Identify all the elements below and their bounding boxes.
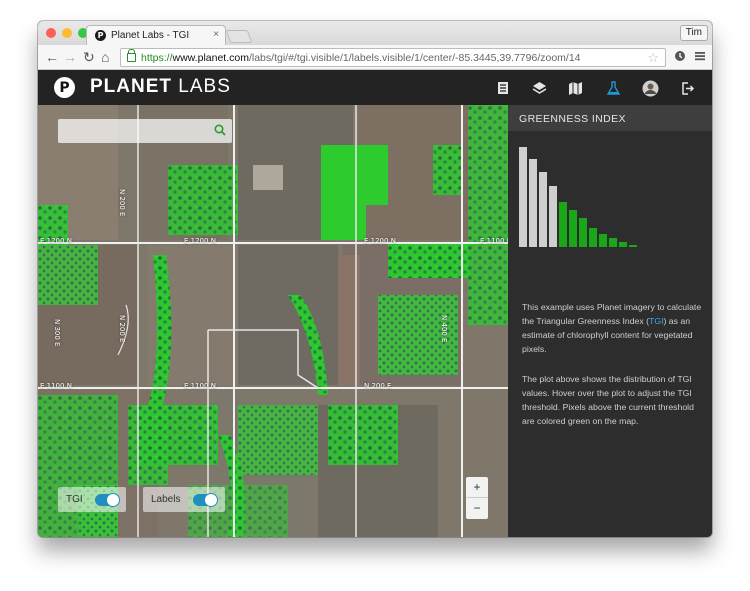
tgi-link[interactable]: TGI <box>649 316 663 326</box>
url-path: /labs/tgi/#/tgi.visible/1/labels.visible… <box>248 51 581 64</box>
histogram-bar[interactable] <box>589 228 597 247</box>
labels-toggle-label: Labels <box>151 494 181 505</box>
browser-toolbar: ← → ↻ ⌂ https://www.planet.com/labs/tgi/… <box>38 45 712 70</box>
labels-switch-knob <box>204 493 218 507</box>
planet-logo-icon[interactable]: P <box>54 77 75 98</box>
histogram-bar[interactable] <box>559 202 567 247</box>
greenness-panel: GREENNESS INDEX This example uses Planet… <box>508 105 712 537</box>
app-header: P PLANET LABS <box>38 70 712 105</box>
url-host: www.planet.com <box>172 51 249 64</box>
histogram-bar[interactable] <box>529 159 537 247</box>
road-label: E 1200 N <box>40 237 72 245</box>
layers-icon[interactable] <box>530 79 548 97</box>
histogram-bar[interactable] <box>629 245 637 247</box>
flask-icon[interactable] <box>604 79 622 97</box>
address-bar[interactable]: https://www.planet.com/labs/tgi/#/tgi.vi… <box>120 48 666 67</box>
tgi-toggle-label: TGI <box>66 494 83 505</box>
histogram-bar[interactable] <box>519 147 527 247</box>
road-label: N 400 E <box>440 315 448 343</box>
bookmark-star-icon[interactable]: ☆ <box>647 50 659 66</box>
url-scheme: https:// <box>141 51 173 64</box>
zoom-out-button[interactable]: − <box>466 498 488 519</box>
menu-icon[interactable] <box>694 50 706 62</box>
tgi-switch-knob <box>106 493 120 507</box>
panel-title: GREENNESS INDEX <box>508 105 712 131</box>
road-label: E 1100 N <box>184 382 216 390</box>
instructions-paragraph: The plot above shows the distribution of… <box>522 374 694 426</box>
histogram-bar[interactable] <box>539 172 547 247</box>
brand-name-bold: PLANET <box>90 76 172 97</box>
back-icon[interactable]: ← <box>45 49 59 65</box>
tgi-switch[interactable] <box>95 493 120 507</box>
road-label: N 200 E <box>118 315 126 343</box>
road-label: N 200 E <box>364 382 392 390</box>
home-icon[interactable]: ⌂ <box>101 49 109 65</box>
profile-button[interactable]: Tim <box>679 25 708 41</box>
zoom-in-button[interactable]: + <box>466 477 488 498</box>
brand-name-light: LABS <box>178 76 231 97</box>
browser-tab[interactable]: P Planet Labs - TGI × <box>86 25 226 45</box>
labels-toggle[interactable]: Labels <box>143 487 225 512</box>
map-search-input[interactable] <box>58 119 232 143</box>
brand-name[interactable]: PLANET LABS <box>90 76 231 98</box>
road-label: E 1200 N <box>184 237 216 245</box>
avatar-icon[interactable] <box>641 79 659 97</box>
histogram-bar[interactable] <box>619 242 627 247</box>
tgi-toggle[interactable]: TGI <box>58 487 126 512</box>
road-label: E 1100 N <box>40 382 72 390</box>
window-controls <box>46 28 88 38</box>
history-icon[interactable] <box>674 50 686 62</box>
histogram-bar[interactable] <box>609 238 617 247</box>
forward-icon[interactable]: → <box>63 49 77 65</box>
tgi-histogram[interactable] <box>519 145 659 249</box>
logout-icon[interactable] <box>678 79 696 97</box>
road-label: E 1100 N <box>480 237 508 245</box>
histogram-bar[interactable] <box>569 210 577 247</box>
description-paragraph: This example uses Planet imagery to calc… <box>522 300 702 356</box>
map-view[interactable]: E 1200 N E 1200 N E 1200 N E 1100 N E 1100 N… <box>38 105 508 537</box>
tab-strip: P Planet Labs - TGI × Tim <box>38 21 712 45</box>
lock-icon <box>127 49 136 62</box>
minimize-window-button[interactable] <box>62 28 72 38</box>
road-label: N 300 E <box>53 319 61 347</box>
search-icon[interactable] <box>214 124 226 136</box>
tab-title: Planet Labs - TGI <box>111 30 190 41</box>
new-tab-button[interactable] <box>225 30 253 43</box>
road-label: E 1200 N <box>364 237 396 245</box>
favicon-icon: P <box>95 30 106 41</box>
close-window-button[interactable] <box>46 28 56 38</box>
tab-close-icon[interactable]: × <box>213 29 219 40</box>
map-icon[interactable] <box>566 79 584 97</box>
zoom-control: + − <box>466 477 488 519</box>
histogram-bar[interactable] <box>579 218 587 247</box>
labels-switch[interactable] <box>193 493 218 507</box>
reload-icon[interactable]: ↻ <box>83 49 95 65</box>
histogram-bar[interactable] <box>599 234 607 247</box>
satellite-imagery[interactable] <box>38 105 508 537</box>
document-icon[interactable] <box>494 79 512 97</box>
browser-window: P Planet Labs - TGI × Tim ← → ↻ ⌂ https:… <box>38 21 712 537</box>
histogram-bar[interactable] <box>549 186 557 247</box>
road-label: N 200 E <box>118 189 126 217</box>
